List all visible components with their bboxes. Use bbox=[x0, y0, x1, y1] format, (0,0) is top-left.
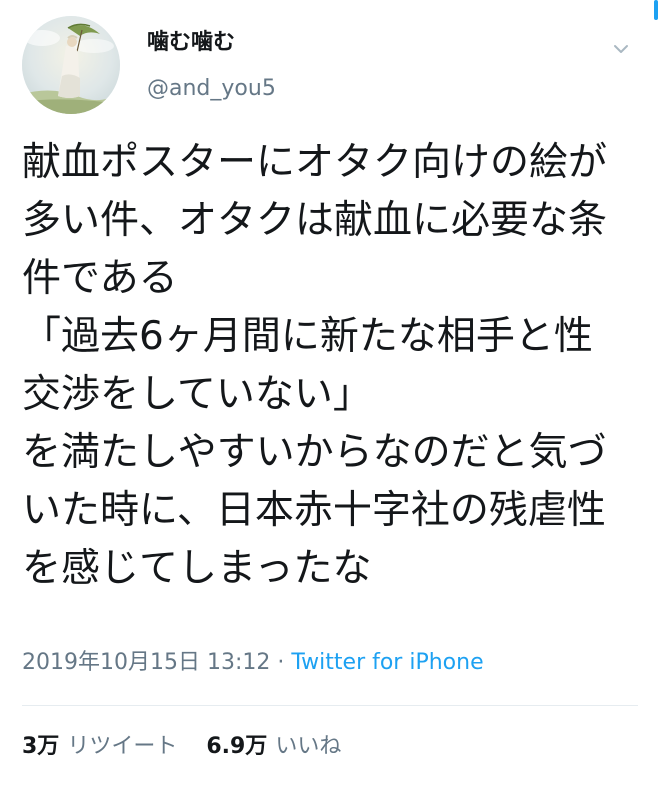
retweet-label: リツイート bbox=[67, 734, 178, 759]
meta-separator: · bbox=[277, 650, 285, 675]
user-handle[interactable]: @and_you5 bbox=[147, 74, 276, 104]
retweet-count: 3万 bbox=[22, 734, 60, 759]
tweet-text-line: を感じてしまったな bbox=[22, 546, 372, 591]
source-link[interactable]: Twitter for iPhone bbox=[291, 650, 483, 675]
tweet-text-line: 交渉をしていない」 bbox=[22, 372, 372, 417]
tweet-detail-page: 噛む噛む @and_you5 献血ポスターにオタク向けの絵が 多い件、オタクは献… bbox=[0, 0, 660, 800]
avatar[interactable] bbox=[22, 16, 120, 114]
retweet-stat[interactable]: 3万 リツイート bbox=[22, 732, 177, 762]
tweet-text-line: 多い件、オタクは献血に必要な条 bbox=[22, 198, 608, 243]
tweet-meta: 2019年10月15日 13:12 · Twitter for iPhone bbox=[22, 648, 484, 678]
display-name[interactable]: 噛む噛む bbox=[147, 28, 276, 58]
tweet-stats: 3万 リツイート 6.9万 いいね bbox=[22, 732, 341, 762]
tweet-text-line: 献血ポスターにオタク向けの絵が bbox=[22, 140, 608, 185]
tweet-header: 噛む噛む @and_you5 bbox=[22, 16, 660, 116]
user-block[interactable]: 噛む噛む @and_you5 bbox=[147, 28, 276, 104]
like-count: 6.9万 bbox=[206, 734, 268, 759]
tweet-text-line: 「過去6ヶ月間に新たな相手と性 bbox=[22, 314, 593, 359]
timestamp[interactable]: 2019年10月15日 13:12 bbox=[22, 650, 270, 675]
tweet-text-line: 件である bbox=[22, 256, 178, 301]
divider bbox=[22, 705, 638, 706]
tweet-text: 献血ポスターにオタク向けの絵が 多い件、オタクは献血に必要な条 件である 「過去… bbox=[22, 134, 642, 598]
like-label: いいね bbox=[275, 734, 342, 759]
chevron-down-icon[interactable] bbox=[610, 38, 632, 60]
avatar-painting-icon bbox=[22, 16, 120, 114]
like-stat[interactable]: 6.9万 いいね bbox=[206, 732, 341, 762]
tweet-text-line: を満たしやすいからなのだと気づ bbox=[22, 430, 607, 475]
tweet-text-line: いた時に、日本赤十字社の残虐性 bbox=[22, 488, 606, 533]
